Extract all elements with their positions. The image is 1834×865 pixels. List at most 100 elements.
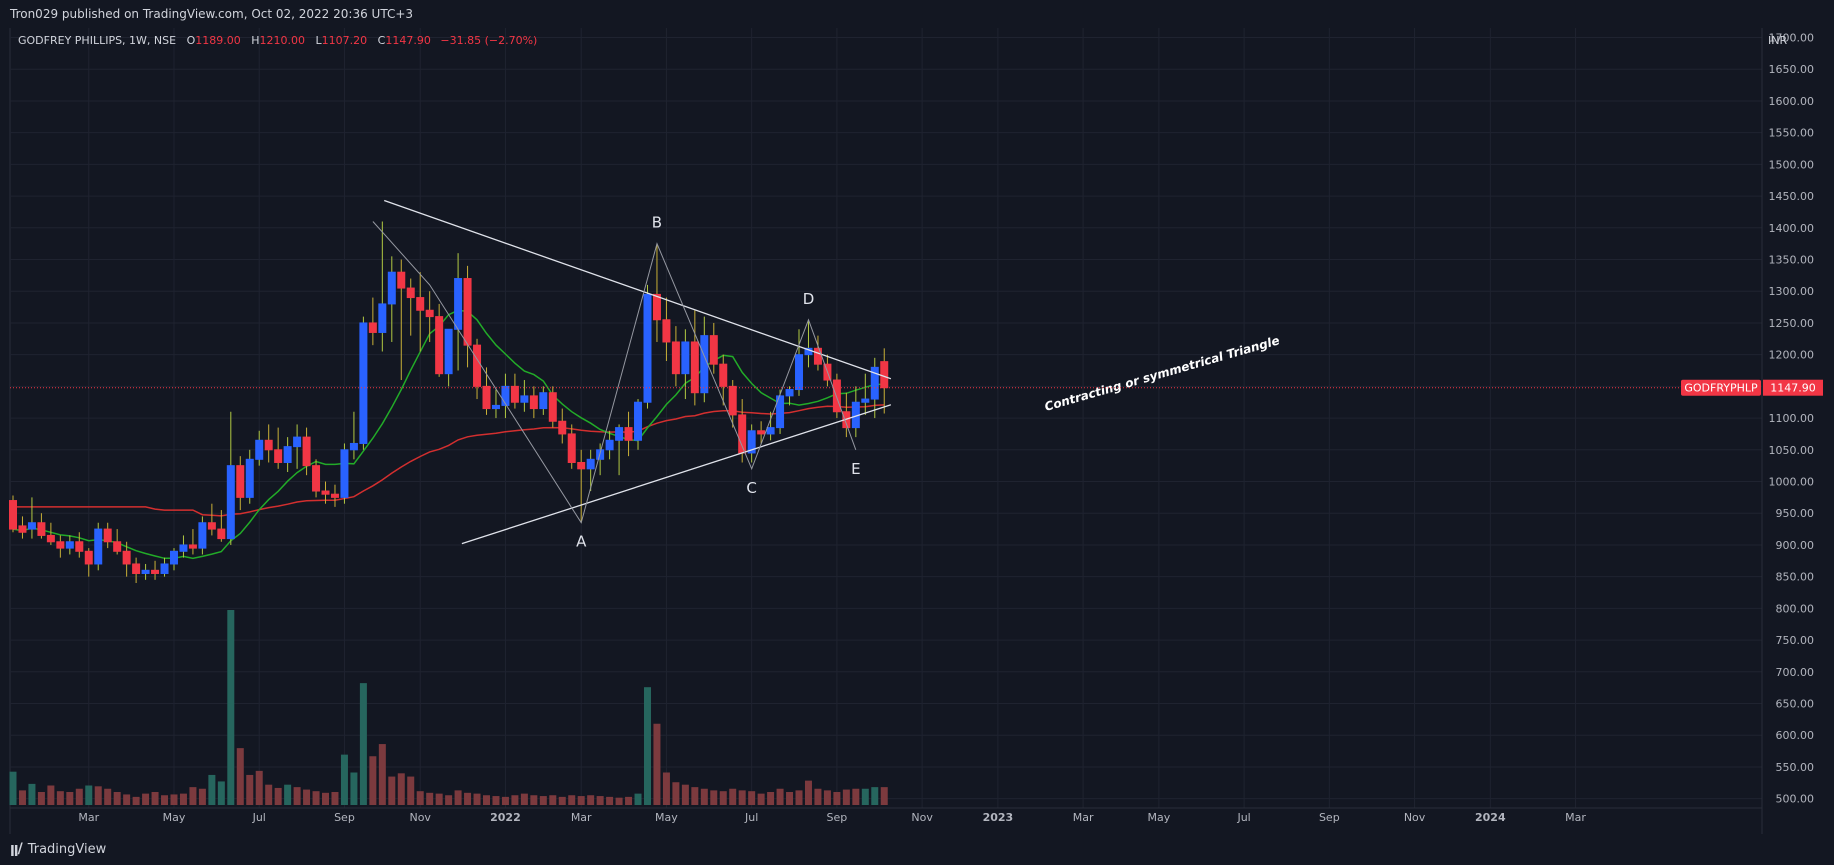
volume-bar — [587, 795, 595, 805]
volume-bar — [426, 792, 434, 805]
volume-bar — [662, 772, 670, 805]
candle-body — [37, 522, 46, 536]
volume-bar — [880, 787, 888, 805]
volume-bar — [104, 788, 112, 805]
volume-bar — [179, 793, 187, 805]
candle-body — [529, 395, 538, 410]
volume-bar — [227, 610, 235, 805]
candle-body — [46, 534, 55, 543]
candlesticks[interactable] — [9, 221, 889, 583]
volume-bar — [340, 754, 348, 805]
close-value: 1147.90 — [385, 34, 431, 47]
candle-body — [690, 341, 699, 394]
symbol-title: GODFREY PHILLIPS, 1W, NSE — [18, 34, 177, 47]
candle-body — [141, 569, 150, 574]
candle-body — [56, 541, 65, 549]
price-tick-label: 1450.00 — [1769, 190, 1815, 203]
last-price-tag: GODFRYPHLP 1147.90 — [1681, 379, 1823, 396]
volume-bar — [606, 796, 614, 805]
volume-bar — [823, 790, 831, 805]
time-tick-label: Mar — [1073, 811, 1094, 824]
volume-bar — [615, 797, 623, 805]
volume-bar — [9, 771, 17, 805]
candle-body — [9, 500, 17, 530]
volume-bar — [842, 789, 850, 805]
volume-bar — [369, 756, 377, 805]
volume-bar — [198, 788, 206, 805]
candle-body — [832, 379, 841, 413]
candle-body — [482, 385, 491, 410]
candle-body — [605, 439, 614, 451]
volume-bar — [558, 796, 566, 805]
volume-bar — [407, 776, 415, 805]
candle-body — [520, 395, 529, 403]
candle-body — [236, 465, 245, 498]
high-value: 1210.00 — [259, 34, 306, 47]
volume-bar — [748, 791, 756, 805]
volume-bar — [94, 786, 102, 805]
currency-label: INR — [1768, 34, 1787, 47]
volume-bar — [786, 792, 794, 805]
candle-body — [198, 522, 207, 549]
volume-bar — [322, 792, 330, 805]
volume-bar — [643, 687, 651, 805]
time-tick-label: 2023 — [983, 811, 1014, 824]
volume-bar — [757, 793, 765, 805]
volume-bar — [113, 792, 121, 805]
candle-body — [397, 271, 406, 289]
candle-body — [813, 347, 822, 365]
candle-body — [454, 278, 463, 330]
candle-body — [330, 493, 339, 498]
candle-body — [103, 528, 112, 543]
brand-name: TradingView — [27, 841, 107, 857]
candle-body — [368, 322, 377, 333]
candle-body — [425, 309, 434, 318]
candle-body — [302, 436, 311, 467]
tradingview-logo-icon: ꞁꞁ/ — [10, 841, 23, 857]
volume-bar — [483, 795, 490, 805]
candle-body — [558, 420, 567, 435]
candle-body — [226, 465, 235, 540]
candle-body — [728, 385, 737, 416]
candle-body — [349, 442, 358, 451]
volume-bar — [520, 793, 528, 805]
price-chart[interactable]: A B C D E Contracting or symmetrical Triangle… — [0, 0, 1834, 865]
volume-bar — [435, 793, 443, 805]
tradingview-brand[interactable]: ꞁꞁ/ TradingView — [10, 841, 106, 857]
wave-point-label: B — [652, 214, 662, 232]
volume-bar — [710, 790, 718, 805]
volume-bar — [47, 785, 55, 805]
candle-body — [510, 385, 519, 403]
candle-body — [264, 439, 273, 451]
volume-bar — [634, 793, 642, 805]
candle-body — [84, 550, 93, 565]
volume-bar — [814, 788, 822, 805]
candle-body — [463, 278, 472, 346]
candle-body — [880, 361, 889, 389]
candle-body — [274, 449, 283, 463]
price-tick-label: 600.00 — [1776, 729, 1815, 742]
price-tick-label: 1250.00 — [1769, 317, 1815, 330]
volume-bar — [66, 792, 74, 805]
volume-bar — [208, 774, 216, 805]
volume-bar — [378, 744, 386, 805]
volume-bar — [804, 780, 812, 805]
volume-bar — [530, 795, 538, 805]
candle-body — [122, 550, 131, 565]
price-tick-label: 1350.00 — [1769, 254, 1815, 267]
price-tick-label: 1500.00 — [1769, 158, 1815, 171]
time-axis[interactable]: Mar May Jul Sep Nov 2022 Mar May Jul Sep Nov 2023 Ma… — [10, 807, 1762, 824]
candle-body — [151, 569, 160, 574]
volume-bar — [293, 787, 301, 805]
volume-bar — [568, 795, 576, 805]
price-tick-label: 1050.00 — [1769, 444, 1815, 457]
volume-bar — [464, 792, 472, 805]
volume-bar — [681, 784, 689, 805]
volume-bar — [123, 794, 131, 805]
time-tick-label: Jul — [744, 811, 758, 824]
volume-bar — [388, 776, 396, 805]
candle-body — [586, 458, 595, 470]
candle-body — [188, 544, 197, 549]
open-value: 1189.00 — [195, 34, 241, 47]
candle-body — [766, 427, 775, 435]
